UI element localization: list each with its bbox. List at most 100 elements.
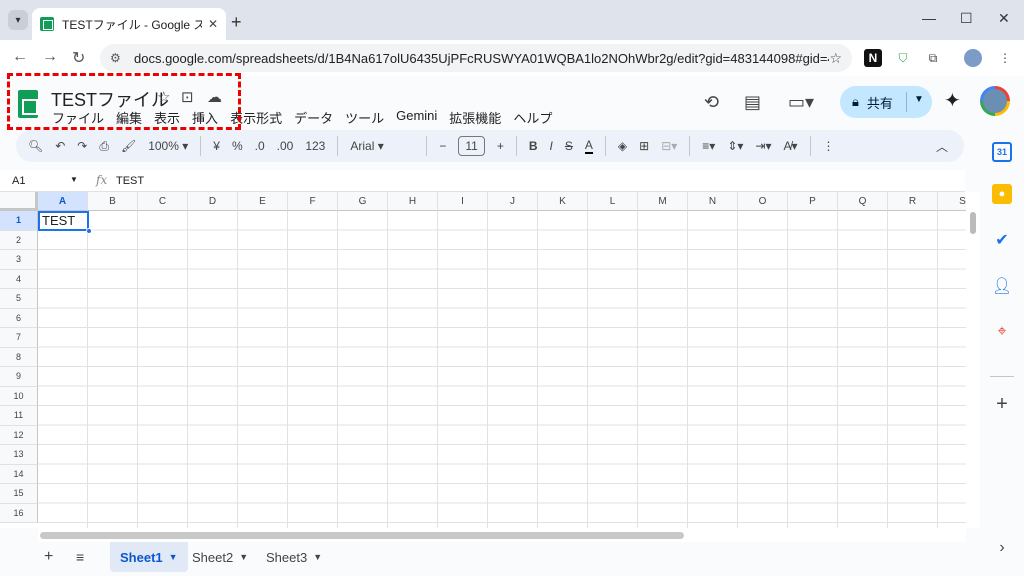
scrollbar-thumb[interactable] — [970, 212, 976, 234]
row-header[interactable]: 6 — [0, 308, 38, 328]
percent-button[interactable]: % — [232, 139, 243, 153]
menu-data[interactable]: データ — [294, 108, 333, 127]
column-header[interactable]: G — [338, 192, 388, 211]
row-header[interactable]: 7 — [0, 328, 38, 348]
search-menus-icon[interactable]: 🔍︎ — [28, 139, 43, 153]
row-header[interactable]: 14 — [0, 464, 38, 484]
gemini-icon[interactable]: ✦ — [944, 88, 961, 113]
comments-icon[interactable]: ▤ — [744, 92, 761, 113]
column-header[interactable]: O — [738, 192, 788, 211]
back-icon[interactable]: ← — [12, 48, 28, 66]
address-bar[interactable]: ⚙ docs.google.com/spreadsheets/d/1B4Na61… — [100, 44, 852, 72]
undo-icon[interactable]: ↶ — [55, 139, 65, 153]
maps-icon[interactable]: ⌖ — [992, 322, 1012, 342]
vertical-align-icon[interactable]: ⇕▾ — [727, 139, 743, 153]
bookmark-star-icon[interactable]: ☆ — [829, 50, 842, 67]
minimize-button[interactable]: — — [922, 10, 936, 26]
select-all-corner[interactable] — [0, 192, 38, 211]
column-header[interactable]: E — [238, 192, 288, 211]
profile-avatar[interactable] — [964, 49, 982, 67]
horizontal-align-icon[interactable]: ≡▾ — [702, 139, 715, 153]
menu-help[interactable]: ヘルプ — [513, 108, 552, 127]
font-size-decrease-icon[interactable]: − — [439, 139, 446, 153]
strikethrough-button[interactable]: S — [565, 139, 573, 153]
horizontal-scrollbar[interactable] — [38, 528, 966, 542]
merge-cells-icon[interactable]: ⊟▾ — [661, 139, 677, 153]
show-side-panel-icon[interactable]: › — [992, 538, 1012, 558]
redo-icon[interactable]: ↷ — [77, 139, 87, 153]
row-header[interactable]: 2 — [0, 230, 38, 250]
shield-extension-icon[interactable]: ⛉ — [894, 49, 912, 67]
row-header[interactable]: 13 — [0, 445, 38, 465]
collapse-menu-icon[interactable]: ︿ — [936, 138, 948, 155]
column-header[interactable]: L — [588, 192, 638, 211]
column-header[interactable]: F — [288, 192, 338, 211]
forward-icon[interactable]: → — [42, 48, 58, 66]
column-header[interactable]: I — [438, 192, 488, 211]
column-header[interactable]: M — [638, 192, 688, 211]
sheet-tab-2[interactable]: Sheet2 ▼ — [182, 542, 258, 572]
new-tab-button[interactable]: + — [231, 12, 242, 33]
browser-tab[interactable]: TESTファイル - Google スプレッドシ ✕ — [32, 8, 226, 40]
tab-search-button[interactable]: ▾ — [8, 10, 28, 30]
paint-format-icon[interactable]: 🖌︎ — [121, 139, 136, 153]
all-sheets-icon[interactable]: ≡ — [76, 549, 84, 565]
font-size-input[interactable]: 11 — [458, 136, 485, 156]
vertical-scrollbar[interactable] — [966, 192, 980, 528]
bold-button[interactable]: B — [529, 139, 538, 153]
row-header[interactable]: 16 — [0, 503, 38, 523]
column-header[interactable]: K — [538, 192, 588, 211]
spreadsheet-grid[interactable]: ABCDEFGHIJKLMNOPQRS 1 2 3 4 5 6 7 8 9 10 11 12 13 14 1… — [0, 192, 966, 528]
row-header[interactable]: 4 — [0, 269, 38, 289]
column-header[interactable]: S — [938, 192, 966, 211]
number-format-button[interactable]: 123 — [305, 139, 325, 153]
row-header[interactable]: 8 — [0, 347, 38, 367]
column-header[interactable]: B — [88, 192, 138, 211]
currency-button[interactable]: ¥ — [213, 139, 220, 153]
row-header[interactable]: 15 — [0, 484, 38, 504]
name-box[interactable]: A1 — [12, 175, 25, 187]
increase-decimal-button[interactable]: .00 — [277, 139, 294, 153]
borders-icon[interactable]: ⊞ — [639, 139, 649, 153]
column-header[interactable]: N — [688, 192, 738, 211]
row-header[interactable]: 12 — [0, 425, 38, 445]
add-sheet-icon[interactable]: + — [44, 548, 53, 566]
scrollbar-thumb[interactable] — [40, 532, 684, 539]
account-avatar[interactable] — [980, 86, 1010, 116]
fill-color-icon[interactable]: ◈ — [618, 139, 627, 153]
more-options-icon[interactable]: ⋮ — [823, 139, 835, 153]
reload-icon[interactable]: ↻ — [72, 48, 85, 68]
sheet-tab-3[interactable]: Sheet3 ▼ — [256, 542, 332, 572]
version-history-icon[interactable]: ⟲ — [704, 92, 719, 113]
notion-extension-icon[interactable]: N — [864, 49, 882, 67]
extensions-puzzle-icon[interactable]: ⧉ — [924, 49, 942, 67]
row-header[interactable]: 10 — [0, 386, 38, 406]
decrease-decimal-button[interactable]: .0 — [255, 139, 265, 153]
text-color-button[interactable]: A — [584, 138, 593, 154]
menu-extensions[interactable]: 拡張機能 — [449, 108, 501, 127]
menu-tools[interactable]: ツール — [345, 108, 384, 127]
column-header[interactable]: J — [488, 192, 538, 211]
print-icon[interactable]: ⎙ — [99, 139, 109, 154]
share-button[interactable]: 🔒︎ 共有 ▼ — [840, 86, 932, 118]
italic-button[interactable]: I — [550, 139, 553, 153]
window-close-button[interactable]: ✕ — [998, 10, 1010, 27]
column-header[interactable]: C — [138, 192, 188, 211]
tab-close-icon[interactable]: ✕ — [208, 17, 218, 31]
sheet-tab-1[interactable]: Sheet1 ▼ — [110, 542, 188, 572]
text-rotation-icon[interactable]: A̸▾ — [783, 139, 797, 153]
column-header[interactable]: P — [788, 192, 838, 211]
column-header[interactable]: R — [888, 192, 938, 211]
browser-menu-icon[interactable]: ⋮ — [996, 49, 1014, 67]
font-select[interactable]: Arial ▾ — [350, 139, 414, 153]
share-dropdown-icon[interactable]: ▼ — [914, 94, 924, 105]
fill-handle[interactable] — [86, 228, 92, 234]
formula-input[interactable]: TEST — [116, 175, 144, 187]
keep-icon[interactable]: ● — [992, 184, 1012, 204]
zoom-select[interactable]: 100% ▾ — [148, 139, 188, 153]
column-header[interactable]: D — [188, 192, 238, 211]
maximize-button[interactable]: ☐ — [960, 10, 973, 27]
column-header[interactable]: H — [388, 192, 438, 211]
site-info-icon[interactable]: ⚙ — [110, 51, 126, 65]
calendar-icon[interactable]: 31 — [992, 142, 1012, 162]
